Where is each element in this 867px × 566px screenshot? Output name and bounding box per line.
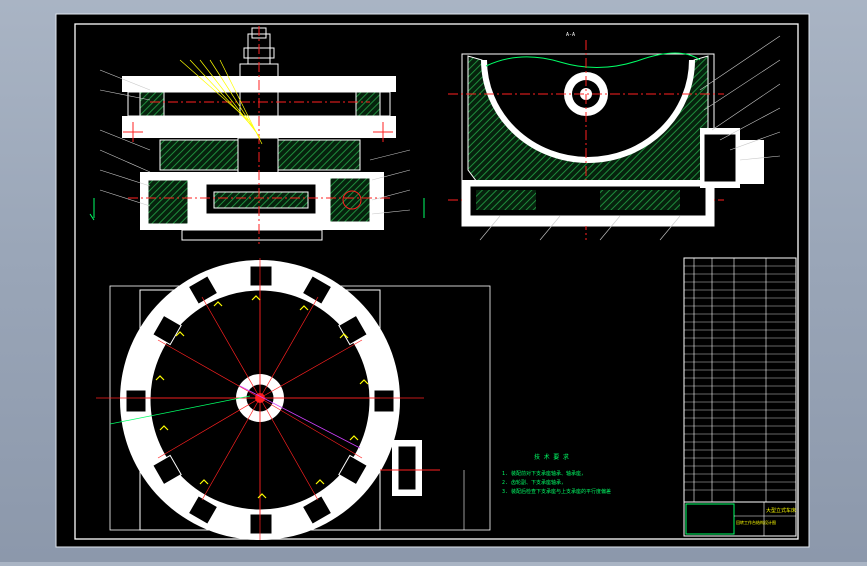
drawing-name: 大型立式车床 [766, 507, 796, 514]
drawing-canvas: A-A 技 术 要 求 1. 装配前对下支承座轴承、轴承座， 2. 齿轮副、下支… [55, 13, 810, 548]
tech-req-title: 技 术 要 求 [534, 453, 569, 461]
tech-req-item-2: 2. 齿轮副、下支承座轴承， [502, 479, 566, 486]
drawing-subtitle: 回转工作台结构设计图 [736, 519, 776, 525]
cad-viewport[interactable]: A-A 技 术 要 求 1. 装配前对下支承座轴承、轴承座， 2. 齿轮副、下支… [0, 0, 867, 562]
tech-req-item-3: 3. 装配后检查下支承座与上支承座的平行度偏差 [502, 488, 611, 495]
section-label: A-A [566, 32, 575, 38]
tech-req-item-1: 1. 装配前对下支承座轴承、轴承座， [502, 470, 586, 477]
